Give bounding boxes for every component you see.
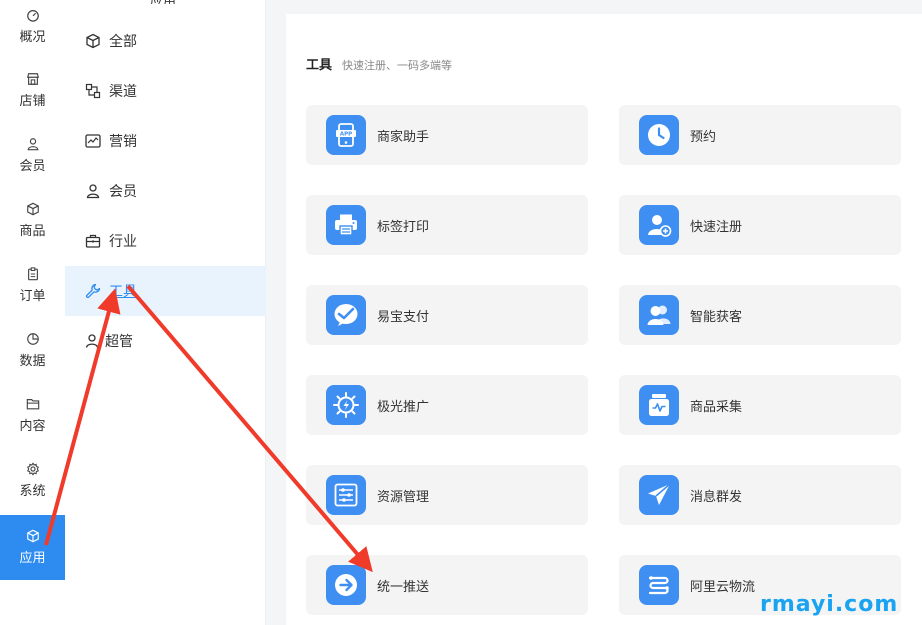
logistics-icon bbox=[648, 576, 669, 595]
app-phone-icon: APP bbox=[336, 123, 356, 147]
tool-card-yeepay[interactable]: 易宝支付 bbox=[306, 285, 588, 345]
store-icon bbox=[26, 72, 39, 85]
sidebar-item-label: 行业 bbox=[109, 234, 137, 250]
tool-card-label: 快速注册 bbox=[690, 219, 743, 235]
tool-card-smart-acquisition[interactable]: 智能获客 bbox=[619, 285, 901, 345]
tool-card-label: 统一推送 bbox=[377, 579, 430, 595]
paper-plane-icon bbox=[648, 483, 671, 505]
dashboard-icon bbox=[26, 10, 39, 22]
tool-card-label: 智能获客 bbox=[690, 309, 743, 325]
aurora-icon bbox=[333, 392, 359, 418]
tool-card-label: 商品采集 bbox=[690, 399, 743, 415]
sidebar-item-member[interactable]: 会员 bbox=[65, 166, 266, 216]
watermark: rmayi.com bbox=[760, 592, 899, 617]
tool-card-label: 商家助手 bbox=[377, 129, 430, 145]
sidebar-item-label: 超管 bbox=[105, 334, 133, 350]
nav-item-apps[interactable]: 应用 bbox=[0, 515, 65, 580]
collect-icon bbox=[649, 394, 669, 416]
tool-card-goods-collect[interactable]: 商品采集 bbox=[619, 375, 901, 435]
tool-card-quick-register[interactable]: 快速注册 bbox=[619, 195, 901, 255]
section-title: 工具 bbox=[306, 58, 333, 73]
tool-card-label: 易宝支付 bbox=[377, 309, 430, 325]
sidebar-item-marketing[interactable]: 营销 bbox=[65, 116, 266, 166]
briefcase-icon bbox=[85, 234, 101, 248]
nav-item-label: 会员 bbox=[19, 158, 46, 174]
tool-card-label: 预约 bbox=[690, 129, 717, 145]
tool-card-label: 消息群发 bbox=[690, 489, 743, 505]
sidebar-item-channel[interactable]: 渠道 bbox=[65, 66, 266, 116]
sidebar-item-label: 营销 bbox=[109, 134, 137, 150]
nav-item-content[interactable]: 内容 bbox=[0, 390, 65, 440]
clock-icon bbox=[648, 124, 670, 146]
sidebar-item-label: 全部 bbox=[109, 34, 137, 50]
sidebar-item-label: 工具 bbox=[109, 284, 137, 300]
sidebar-item-all[interactable]: 全部 bbox=[65, 16, 266, 66]
nav-item-label: 订单 bbox=[19, 288, 46, 304]
nav-item-store[interactable]: 店铺 bbox=[0, 65, 65, 115]
secondary-sidebar: 应用 全部 渠道 营销 会员 行业 工具 超管 bbox=[65, 0, 266, 625]
user-icon bbox=[86, 184, 100, 199]
tool-card-aurora-promotion[interactable]: 极光推广 bbox=[306, 375, 588, 435]
sidebar-item-label: 会员 bbox=[109, 184, 137, 200]
payment-icon bbox=[334, 304, 358, 326]
tools-panel: 工具 快速注册、一码多端等 APP 商家助手 预约 标签打印 快速注册 易宝支付… bbox=[286, 14, 922, 625]
section-subtitle: 快速注册、一码多端等 bbox=[342, 59, 453, 72]
gear-icon bbox=[26, 461, 39, 476]
tool-card-appointment[interactable]: 预约 bbox=[619, 105, 901, 165]
users-icon bbox=[647, 305, 671, 325]
nav-item-overview[interactable]: 概况 bbox=[0, 0, 65, 50]
nav-item-member[interactable]: 会员 bbox=[0, 130, 65, 180]
sliders-icon bbox=[334, 483, 358, 507]
arrow-right-icon bbox=[335, 574, 357, 596]
sidebar-item-industry[interactable]: 行业 bbox=[65, 216, 266, 266]
tool-card-label: 阿里云物流 bbox=[690, 579, 756, 595]
cube-icon bbox=[86, 33, 100, 49]
tool-card-label: 标签打印 bbox=[377, 219, 430, 235]
chart-icon bbox=[85, 134, 101, 148]
tool-card-mass-message[interactable]: 消息群发 bbox=[619, 465, 901, 525]
nav-item-system[interactable]: 系统 bbox=[0, 455, 65, 505]
tool-card-resource-manage[interactable]: 资源管理 bbox=[306, 465, 588, 525]
add-user-icon bbox=[648, 215, 672, 237]
admin-icon bbox=[85, 334, 99, 348]
nav-item-data[interactable]: 数据 bbox=[0, 325, 65, 375]
tool-card-unified-push[interactable]: 统一推送 bbox=[306, 555, 588, 615]
tool-card-merchant-assistant[interactable]: APP 商家助手 bbox=[306, 105, 588, 165]
sidebar-item-super-admin[interactable]: 超管 bbox=[65, 316, 266, 366]
primary-sidebar: 概况 店铺 会员 商品 订单 数据 内容 系统 应用 bbox=[0, 0, 65, 625]
nav-item-label: 系统 bbox=[19, 483, 46, 499]
wrench-icon bbox=[85, 283, 101, 299]
printer-icon bbox=[335, 214, 357, 236]
user-icon bbox=[27, 137, 38, 150]
tool-card-label-print[interactable]: 标签打印 bbox=[306, 195, 588, 255]
section-header: 工具 快速注册、一码多端等 bbox=[306, 54, 452, 73]
clipboard-icon bbox=[27, 266, 38, 280]
svg-text:APP: APP bbox=[340, 132, 352, 138]
nav-item-label: 内容 bbox=[19, 418, 46, 434]
cube-icon bbox=[26, 529, 39, 543]
nav-item-label: 应用 bbox=[19, 551, 46, 566]
pie-icon bbox=[26, 332, 39, 345]
nav-item-orders[interactable]: 订单 bbox=[0, 260, 65, 310]
nav-item-label: 商品 bbox=[19, 223, 46, 239]
folder-icon bbox=[26, 398, 39, 409]
tool-card-label: 资源管理 bbox=[377, 489, 430, 505]
nav-item-label: 数据 bbox=[19, 353, 46, 369]
channel-icon bbox=[85, 83, 101, 99]
sidebar-item-tools[interactable]: 工具 bbox=[65, 266, 266, 316]
sidebar-item-label: 渠道 bbox=[109, 84, 137, 100]
tool-card-label: 极光推广 bbox=[377, 399, 430, 415]
nav-item-goods[interactable]: 商品 bbox=[0, 195, 65, 245]
nav-item-label: 概况 bbox=[19, 30, 46, 45]
nav-item-label: 店铺 bbox=[19, 93, 46, 109]
secondary-sidebar-title: 应用 bbox=[150, 0, 180, 4]
box-icon bbox=[26, 202, 39, 215]
